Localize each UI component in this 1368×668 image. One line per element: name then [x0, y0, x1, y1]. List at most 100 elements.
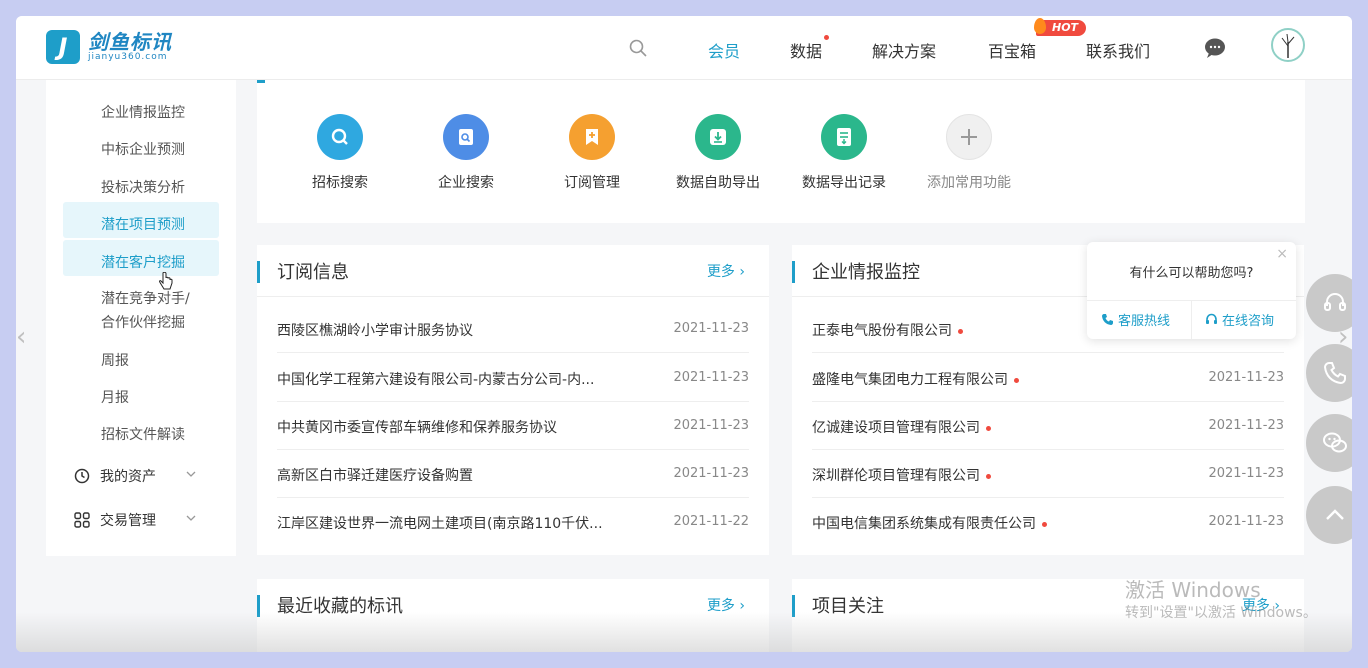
list-item-title[interactable]: 正泰电气股份有限公司	[812, 320, 963, 340]
sidebar-item-doc-interpret[interactable]: 招标文件解读	[101, 424, 185, 444]
card-accent-bar	[257, 595, 260, 617]
quick-bid-search[interactable]: 招标搜索	[280, 114, 400, 192]
subscribe-icon	[569, 114, 615, 160]
list-item[interactable]: 盛隆电气集团电力工程有限公司 2021-11-23	[812, 354, 1284, 402]
more-link[interactable]: 更多 ›	[707, 595, 745, 615]
list-item-title[interactable]: 中共黄冈市委宣传部车辆维修和保养服务协议	[277, 417, 557, 437]
chevron-right-icon[interactable]: ›	[1338, 322, 1348, 352]
sidebar-item-project-forecast[interactable]: 潜在项目预测	[101, 214, 185, 234]
quick-data-export[interactable]: 数据自助导出	[658, 114, 778, 192]
clock-icon	[74, 468, 90, 484]
subscription-card: 订阅信息 更多 › 西陵区樵湖岭小学审计服务协议 2021-11-23 中国化学工…	[257, 245, 769, 555]
chat-bubble-icon[interactable]	[1204, 38, 1226, 58]
list-item-title[interactable]: 高新区白市驿迁建医疗设备购置	[277, 465, 473, 485]
quick-subscription[interactable]: 订阅管理	[532, 114, 652, 192]
quick-export-records[interactable]: 数据导出记录	[784, 114, 904, 192]
list-item[interactable]: 中共黄冈市委宣传部车辆维修和保养服务协议 2021-11-23	[277, 402, 749, 450]
windows-watermark-title: 激活 Windows	[1125, 578, 1261, 602]
list-item[interactable]: 中国电信集团系统集成有限责任公司 2021-11-23	[812, 498, 1284, 546]
quick-label: 添加常用功能	[927, 175, 1011, 191]
quick-label: 数据导出记录	[802, 175, 886, 191]
list-item-title[interactable]: 西陵区樵湖岭小学审计服务协议	[277, 320, 473, 340]
sidebar-item-winner-forecast[interactable]: 中标企业预测	[101, 139, 185, 159]
brand-logo[interactable]: J 剑鱼标讯 jianyu360.com	[46, 30, 172, 64]
list-item-date: 2021-11-23	[673, 321, 749, 336]
nav-data[interactable]: 数据	[790, 38, 822, 62]
nav-toolbox[interactable]: 百宝箱	[988, 38, 1036, 62]
sidebar-group-label: 我的资产	[100, 469, 156, 485]
quick-functions-panel: 招标搜索 企业搜索 订阅管理 数据自助导出 数据导出记录 添加常用功能	[257, 80, 1305, 223]
quick-company-search[interactable]: 企业搜索	[406, 114, 526, 192]
sidebar: 企业情报监控 中标企业预测 投标决策分析 潜在项目预测 潜在客户挖掘 潜在竞争对…	[46, 80, 236, 556]
list-item-date: 2021-11-23	[673, 466, 749, 481]
more-link[interactable]: 更多 ›	[707, 261, 745, 281]
sidebar-item-competitor-mining[interactable]: 潜在竞争对手/	[101, 288, 190, 308]
close-icon[interactable]: ×	[1276, 246, 1288, 262]
list-item-date: 2021-11-23	[673, 370, 749, 385]
list-item[interactable]: 江岸区建设世界一流电网土建项目(南京路110千伏... 2021-11-22	[277, 498, 749, 546]
list-item-date: 2021-11-23	[1208, 370, 1284, 385]
plus-icon	[946, 114, 992, 160]
hand-cursor-icon	[159, 272, 173, 290]
more-label: 更多	[706, 598, 735, 614]
headset-icon	[1206, 313, 1217, 324]
list-item-title[interactable]: 亿诚建设项目管理有限公司	[812, 417, 991, 437]
user-avatar[interactable]	[1271, 28, 1305, 62]
wechat-button[interactable]	[1306, 414, 1352, 472]
list-item-title[interactable]: 中国化学工程第六建设有限公司-内蒙古分公司-内...	[277, 369, 594, 389]
back-to-top-button[interactable]	[1306, 486, 1352, 544]
sidebar-item-customer-mining[interactable]: 潜在客户挖掘	[101, 252, 185, 272]
chevron-down-icon[interactable]	[186, 513, 196, 523]
chevron-left-icon[interactable]: ‹	[16, 322, 26, 352]
sidebar-item-monthly[interactable]: 月报	[101, 387, 129, 407]
app-window: J 剑鱼标讯 jianyu360.com 会员 数据 解决方案 百宝箱 HOT …	[16, 16, 1352, 652]
company-name: 深圳群伦项目管理有限公司	[812, 468, 980, 484]
sidebar-item-bid-analysis[interactable]: 投标决策分析	[101, 177, 185, 197]
top-navigation-bar: J 剑鱼标讯 jianyu360.com 会员 数据 解决方案 百宝箱 HOT …	[16, 16, 1352, 80]
update-dot	[986, 473, 991, 479]
card-accent-bar	[257, 261, 260, 283]
card-accent-bar	[792, 595, 795, 617]
sidebar-item-weekly[interactable]: 周报	[101, 350, 129, 370]
panel-accent	[257, 80, 265, 83]
export-record-icon	[821, 114, 867, 160]
list-item-title[interactable]: 盛隆电气集团电力工程有限公司	[812, 369, 1019, 389]
list-item-title[interactable]: 深圳群伦项目管理有限公司	[812, 465, 991, 485]
help-question: 有什么可以帮助您吗?	[1129, 266, 1254, 281]
sidebar-item-enterprise-monitor[interactable]: 企业情报监控	[101, 102, 185, 122]
card-accent-bar	[792, 261, 795, 283]
sidebar-group-label: 交易管理	[100, 513, 156, 529]
more-label: 更多	[706, 264, 735, 280]
nav-contact[interactable]: 联系我们	[1086, 38, 1150, 62]
nav-solutions[interactable]: 解决方案	[872, 38, 936, 62]
search-icon[interactable]	[628, 38, 648, 58]
phone-button[interactable]	[1306, 344, 1352, 402]
nav-member[interactable]: 会员	[708, 38, 740, 62]
update-dot	[1042, 521, 1047, 527]
hotline-button[interactable]: 客服热线	[1101, 310, 1170, 329]
card-header: 订阅信息 更多 ›	[257, 245, 769, 297]
windows-watermark-subtitle: 转到"设置"以激活 Windows。	[1125, 605, 1317, 621]
list-item[interactable]: 西陵区樵湖岭小学审计服务协议 2021-11-23	[277, 305, 749, 353]
list-item[interactable]: 亿诚建设项目管理有限公司 2021-11-23	[812, 402, 1284, 450]
list-item[interactable]: 中国化学工程第六建设有限公司-内蒙古分公司-内... 2021-11-23	[277, 354, 749, 402]
list-item[interactable]: 高新区白市驿迁建医疗设备购置 2021-11-23	[277, 450, 749, 498]
quick-add-function[interactable]: 添加常用功能	[909, 114, 1029, 192]
list-item-title[interactable]: 江岸区建设世界一流电网土建项目(南京路110千伏...	[277, 513, 603, 533]
chevron-down-icon[interactable]	[186, 469, 196, 479]
online-consult-button[interactable]: 在线咨询	[1205, 310, 1274, 329]
list-item[interactable]: 深圳群伦项目管理有限公司 2021-11-23	[812, 450, 1284, 498]
sidebar-group-assets[interactable]: 我的资产	[74, 466, 156, 486]
brand-domain: jianyu360.com	[88, 52, 168, 62]
sidebar-group-trading[interactable]: 交易管理	[74, 510, 156, 530]
sidebar-item-partner-mining[interactable]: 合作伙伴挖掘	[101, 312, 185, 332]
update-dot	[1014, 377, 1019, 383]
flame-icon	[1034, 18, 1046, 34]
headset-icon	[1324, 292, 1346, 311]
card-header: 最近收藏的标讯 更多 ›	[257, 579, 769, 631]
update-dot	[986, 425, 991, 431]
brand-name: 剑鱼标讯	[88, 30, 172, 54]
list-item-title[interactable]: 中国电信集团系统集成有限责任公司	[812, 513, 1047, 533]
help-popup: × 有什么可以帮助您吗? 客服热线 在线咨询	[1087, 242, 1296, 339]
list-item-date: 2021-11-23	[1208, 466, 1284, 481]
